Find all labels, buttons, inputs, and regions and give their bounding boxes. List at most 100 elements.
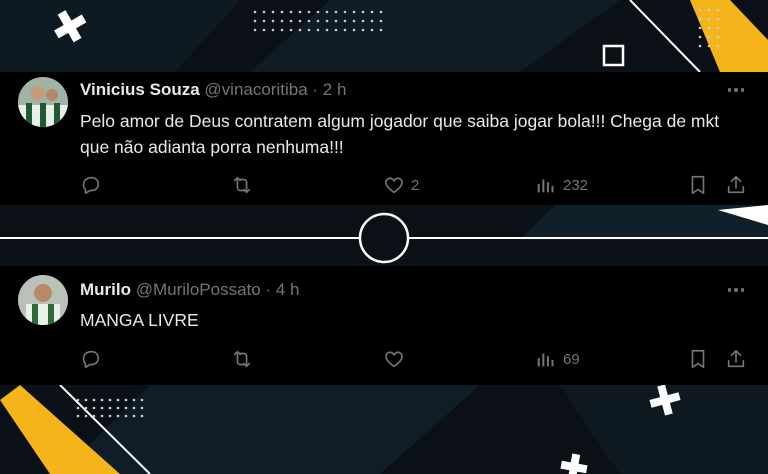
decor-dot xyxy=(253,10,257,14)
decor-dot xyxy=(325,28,329,32)
author-handle[interactable]: @MuriloPossato xyxy=(136,280,261,299)
reply-button[interactable] xyxy=(80,348,102,370)
decor-dot xyxy=(716,44,720,48)
decor-dot xyxy=(140,414,144,418)
retweet-icon xyxy=(233,350,251,368)
decor-dot xyxy=(84,406,88,410)
heart-icon xyxy=(385,351,403,368)
author-name[interactable]: Vinicius Souza xyxy=(80,80,200,99)
decor-dot xyxy=(116,398,120,402)
decor-dot xyxy=(76,406,80,410)
avatar[interactable] xyxy=(18,275,68,325)
decor-dot xyxy=(253,28,257,32)
tweet-card[interactable]: Vinicius Souza @vinacoritiba · 2 h Pelo … xyxy=(0,72,768,205)
tweet-header: Murilo @MuriloPossato · 4 h xyxy=(80,280,299,300)
more-icon[interactable] xyxy=(724,80,748,100)
decor-dot xyxy=(124,398,128,402)
decor-dot xyxy=(124,406,128,410)
decor-dot xyxy=(325,19,329,23)
heart-icon xyxy=(385,177,403,194)
avatar[interactable] xyxy=(18,77,68,127)
decor-dot xyxy=(108,406,112,410)
decor-dot xyxy=(262,10,266,14)
decor-dot xyxy=(361,19,365,23)
share-button[interactable] xyxy=(725,174,747,196)
retweet-icon xyxy=(233,176,251,194)
decor-dot xyxy=(298,10,302,14)
separator: · xyxy=(312,80,319,99)
tweet-header: Vinicius Souza @vinacoritiba · 2 h xyxy=(80,80,346,100)
author-handle[interactable]: @vinacoritiba xyxy=(204,80,307,99)
decor-dot xyxy=(316,28,320,32)
decor-dot xyxy=(92,414,96,418)
decor-dot xyxy=(698,26,702,30)
decor-dot xyxy=(379,28,383,32)
like-button[interactable] xyxy=(383,348,405,370)
decor-dot xyxy=(108,398,112,402)
more-icon[interactable] xyxy=(724,280,748,300)
bookmark-icon xyxy=(691,175,705,195)
view-count: 232 xyxy=(563,176,589,194)
decor-dot xyxy=(132,398,136,402)
bookmark-button[interactable] xyxy=(687,348,709,370)
decor-dot xyxy=(361,28,365,32)
decor-dot xyxy=(370,28,374,32)
decor-dot xyxy=(379,10,383,14)
decor-dot xyxy=(262,28,266,32)
timestamp[interactable]: 4 h xyxy=(276,280,300,299)
decor-dot xyxy=(280,28,284,32)
views-button[interactable]: 232 xyxy=(535,174,588,196)
decor-dot xyxy=(307,28,311,32)
decor-dot xyxy=(298,19,302,23)
decor-dot xyxy=(716,17,720,21)
decor-dot xyxy=(316,10,320,14)
decor-dot xyxy=(334,28,338,32)
decor-dot xyxy=(698,8,702,12)
decor-dot xyxy=(707,35,711,39)
bookmark-button[interactable] xyxy=(687,174,709,196)
decor-dot xyxy=(352,10,356,14)
retweet-button[interactable] xyxy=(231,348,253,370)
decor-dot xyxy=(271,28,275,32)
decor-dot xyxy=(92,398,96,402)
decor-dot xyxy=(253,19,257,23)
decor-dot xyxy=(100,398,104,402)
decor-dot xyxy=(124,414,128,418)
decor-dot xyxy=(716,35,720,39)
bookmark-icon xyxy=(691,349,705,369)
share-icon xyxy=(727,349,745,368)
tweet-card[interactable]: Murilo @MuriloPossato · 4 h MANGA LIVRE … xyxy=(0,266,768,385)
decor-dot xyxy=(370,19,374,23)
decor-dot xyxy=(116,406,120,410)
decor-dot xyxy=(698,35,702,39)
decor-dot xyxy=(334,19,338,23)
share-button[interactable] xyxy=(725,348,747,370)
decor-dot xyxy=(271,19,275,23)
decor-dot xyxy=(707,44,711,48)
view-count: 69 xyxy=(563,350,580,368)
decor-dot xyxy=(140,406,144,410)
decor-dot xyxy=(716,26,720,30)
decor-dot xyxy=(707,8,711,12)
retweet-button[interactable] xyxy=(231,174,253,196)
decor-dot xyxy=(698,44,702,48)
decor-dot xyxy=(307,19,311,23)
tweet-text: MANGA LIVRE xyxy=(80,310,199,330)
author-name[interactable]: Murilo xyxy=(80,280,131,299)
decor-dot xyxy=(707,17,711,21)
decor-dot xyxy=(334,10,338,14)
like-button[interactable]: 2 xyxy=(383,174,419,196)
decor-dot xyxy=(343,28,347,32)
reply-button[interactable] xyxy=(80,174,102,196)
views-button[interactable]: 69 xyxy=(535,348,580,370)
decor-dot xyxy=(352,19,356,23)
timestamp[interactable]: 2 h xyxy=(323,80,347,99)
decor-dot xyxy=(132,406,136,410)
decor-dot xyxy=(698,17,702,21)
decor-dot xyxy=(289,28,293,32)
decor-dot xyxy=(298,28,302,32)
decor-dot xyxy=(140,398,144,402)
decor-dot xyxy=(325,10,329,14)
decor-dot xyxy=(92,406,96,410)
like-count: 2 xyxy=(411,176,420,194)
